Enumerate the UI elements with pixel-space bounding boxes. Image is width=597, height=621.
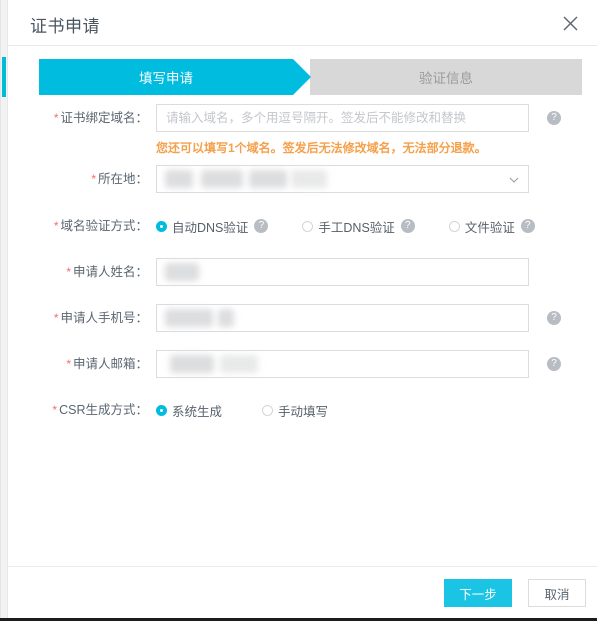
label-location: * 所在地： xyxy=(8,165,156,193)
radio-manual-dns[interactable] xyxy=(302,220,314,232)
label-applicant-phone: * 申请人手机号： xyxy=(8,304,156,332)
form-row-domain: *证书绑定域名： ? xyxy=(8,104,597,132)
label-applicant-email: * 申请人邮箱： xyxy=(8,350,156,378)
form-row-csr: * CSR生成方式： 系统生成 手动填写 xyxy=(8,396,597,424)
redacted-value xyxy=(165,263,199,281)
required-marker: * xyxy=(91,172,96,186)
domain-warning-text: 您还可以填写1个域名。签发后无法修改域名，无法部分退款。 xyxy=(156,141,487,155)
control-location xyxy=(156,165,529,193)
redacted-value xyxy=(218,309,234,327)
dns-verify-radio-group: 自动DNS验证 ? 手工DNS验证 ? 文件验证 ? xyxy=(156,212,543,240)
label-applicant-name-text: 申请人姓名： xyxy=(72,265,148,279)
radio-item-manual-fill[interactable]: 手动填写 xyxy=(262,401,334,420)
redacted-value xyxy=(165,309,213,327)
label-dns-verify: * 域名验证方式： xyxy=(8,212,156,240)
dialog-header: 证书申请 xyxy=(8,0,597,46)
label-domain: * 证书绑定域名： xyxy=(8,104,156,132)
auto-dns-help-icon[interactable]: ? xyxy=(254,219,269,233)
label-csr: * CSR生成方式： xyxy=(8,396,156,424)
label-applicant-email-text: 申请人邮箱： xyxy=(72,357,148,371)
underlying-page-edge xyxy=(0,0,7,621)
dialog-footer: 下一步 取消 xyxy=(8,566,597,618)
chevron-down-icon xyxy=(509,177,519,183)
radio-auto-dns[interactable] xyxy=(156,220,167,232)
radio-label-manual-dns: 手工DNS验证 xyxy=(318,220,395,235)
close-icon xyxy=(563,16,577,30)
manual-dns-help-icon[interactable]: ? xyxy=(400,219,415,233)
page-edge-accent xyxy=(2,57,6,97)
dialog-title: 证书申请 xyxy=(30,17,100,36)
radio-item-manual-dns[interactable]: 手工DNS验证 ? xyxy=(302,217,415,236)
required-marker: * xyxy=(66,265,71,279)
cancel-button[interactable]: 取消 xyxy=(528,579,586,607)
radio-label-system-generate: 系统生成 xyxy=(172,404,223,419)
step-label: 填写申请 xyxy=(139,71,193,86)
application-form: *证书绑定域名： ? 您还可以填写1个域名。签发后无法修改域名，无法部分退款。 … xyxy=(8,104,597,424)
label-dns-verify-text: 域名验证方式： xyxy=(60,219,148,233)
label-location-text: 所在地： xyxy=(97,172,148,186)
radio-item-system-generate[interactable]: 系统生成 xyxy=(156,401,228,420)
page-edge-divider xyxy=(0,0,1,621)
location-select-wrap xyxy=(156,165,529,193)
radio-item-file-verify[interactable]: 文件验证 ? xyxy=(448,217,535,236)
close-button[interactable] xyxy=(555,8,585,38)
radio-manual-fill[interactable] xyxy=(262,404,274,416)
redacted-value xyxy=(165,170,193,188)
required-marker: * xyxy=(66,357,71,371)
redacted-value xyxy=(201,170,243,188)
radio-label-file-verify: 文件验证 xyxy=(464,220,515,235)
applicant-phone-help-icon[interactable]: ? xyxy=(547,311,561,325)
location-select[interactable] xyxy=(156,165,529,193)
required-marker: * xyxy=(53,219,59,233)
label-applicant-name: * 申请人姓名： xyxy=(8,258,156,286)
radio-item-auto-dns[interactable]: 自动DNS验证 ? xyxy=(156,217,269,236)
radio-system-generate[interactable] xyxy=(156,404,167,416)
form-row-location: * 所在地： xyxy=(8,165,597,193)
form-row-applicant-name: * 申请人姓名： xyxy=(8,258,597,286)
redacted-value xyxy=(170,355,214,373)
form-row-dns-verify: * 域名验证方式： 自动DNS验证 ? 手工DNS验证 ? 文件验证 ? xyxy=(8,212,597,240)
domain-help-icon[interactable]: ? xyxy=(547,111,561,125)
certificate-application-dialog-page: 证书申请 填写申请 验证信息 * 证书绑定域名： 请输入域名，多个用逗号隔开。签… xyxy=(0,0,597,621)
applicant-name-input[interactable] xyxy=(156,258,529,286)
label-domain-text: 证书绑定域名： xyxy=(60,111,148,125)
step-indicator: 填写申请 验证信息 xyxy=(39,59,583,95)
next-step-button[interactable]: 下一步 xyxy=(444,579,512,607)
form-row-applicant-email: * 申请人邮箱： ? xyxy=(8,350,597,378)
radio-file-verify[interactable] xyxy=(448,220,460,232)
file-verify-help-icon[interactable]: ? xyxy=(520,219,535,233)
domain-input[interactable] xyxy=(156,104,529,132)
required-marker: * xyxy=(52,403,58,417)
dialog-panel: 证书申请 填写申请 验证信息 * 证书绑定域名： 请输入域名，多个用逗号隔开。签… xyxy=(7,0,597,621)
required-marker: * xyxy=(53,111,59,125)
step-item-verify-info[interactable]: 验证信息 xyxy=(310,59,582,95)
redacted-value xyxy=(291,170,327,188)
control-applicant-phone: ? xyxy=(156,304,561,332)
applicant-email-help-icon[interactable]: ? xyxy=(547,357,561,371)
radio-label-auto-dns: 自动DNS验证 xyxy=(172,220,249,235)
radio-label-manual-fill: 手动填写 xyxy=(278,404,329,419)
redacted-value xyxy=(220,355,258,373)
form-row-applicant-phone: * 申请人手机号： ? xyxy=(8,304,597,332)
required-marker: * xyxy=(53,311,59,325)
step-item-fill-application[interactable]: 填写申请 xyxy=(39,59,311,95)
control-applicant-email: ? xyxy=(156,350,561,378)
redacted-value xyxy=(249,170,287,188)
control-domain: ? xyxy=(156,104,561,132)
label-applicant-phone-text: 申请人手机号： xyxy=(60,311,148,325)
control-applicant-name xyxy=(156,258,529,286)
label-csr-text: CSR生成方式： xyxy=(59,403,148,417)
csr-radio-group: 系统生成 手动填写 xyxy=(156,396,342,424)
step-label: 验证信息 xyxy=(419,71,473,86)
